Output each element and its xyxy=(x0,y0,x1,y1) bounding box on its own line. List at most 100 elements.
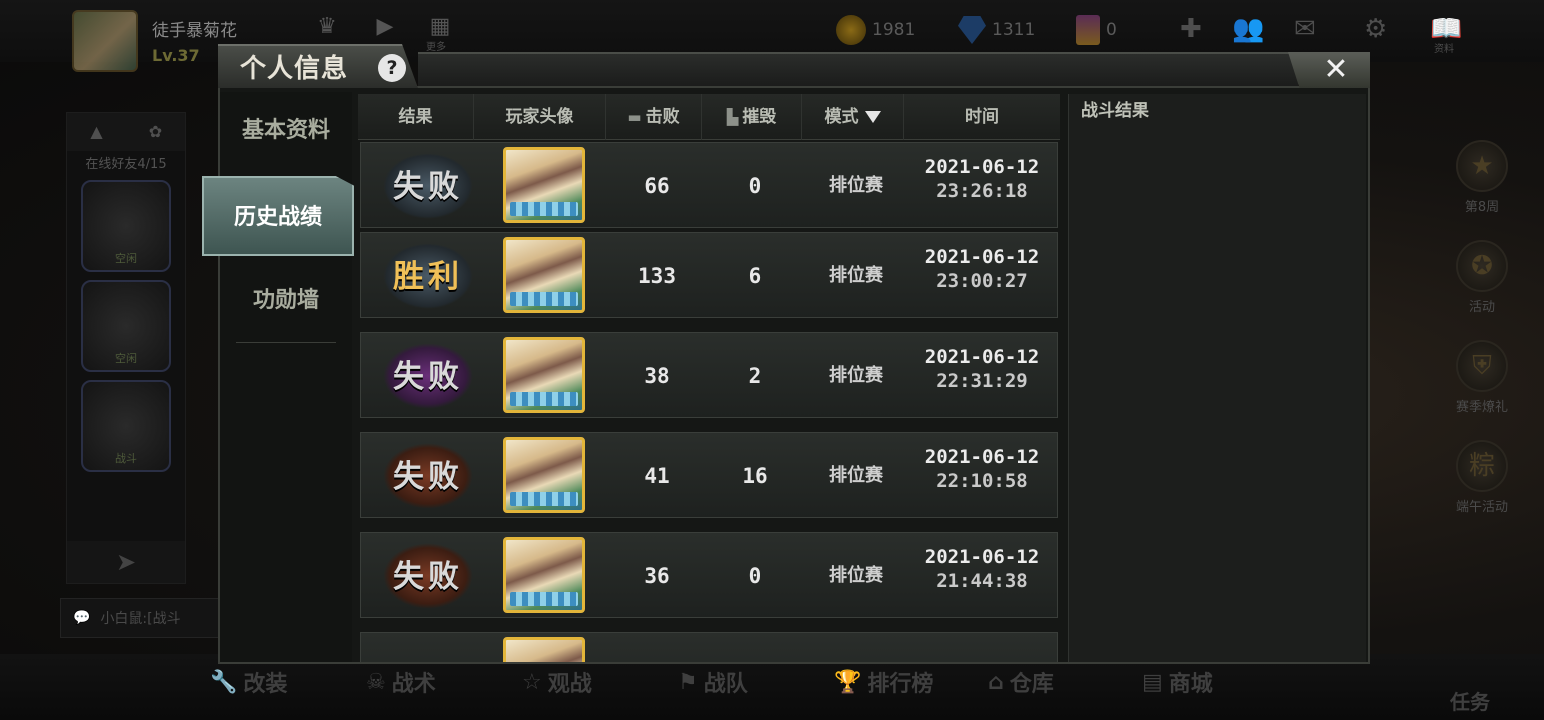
destroy-value: 16 xyxy=(742,464,768,488)
date-value: 2021-06-12 xyxy=(924,246,1040,268)
event-weekly[interactable]: ★ 第8周 xyxy=(1430,140,1534,240)
kills-value: 36 xyxy=(644,564,670,588)
friends-tab-icon[interactable]: ✿ xyxy=(126,113,185,151)
expand-arrow-icon[interactable]: ➤ xyxy=(67,541,185,583)
tab-battle-history[interactable]: 历史战绩 xyxy=(202,176,354,256)
player-portrait[interactable] xyxy=(503,637,585,662)
table-row-partial[interactable] xyxy=(360,632,1058,662)
star-icon: ★ xyxy=(1456,140,1508,192)
modal-sidebar: 基本资料 历史战绩 功勋墙 xyxy=(202,92,354,662)
player-portrait[interactable] xyxy=(503,147,585,223)
nav-ranking[interactable]: 🏆 排行榜 xyxy=(834,666,933,698)
player-name: 徒手暴菊花 xyxy=(152,21,237,41)
gold-currency: 1981 xyxy=(836,14,915,46)
friends-icon[interactable]: 👥 xyxy=(1232,14,1264,44)
team-icon: ⚑ xyxy=(678,669,698,695)
add-icon[interactable]: ✚ xyxy=(1180,14,1202,44)
gear-icon[interactable]: ⚙ xyxy=(1364,14,1387,44)
modal-title: 个人信息 xyxy=(240,54,349,84)
star-outline-icon: ☆ xyxy=(522,669,542,695)
help-button[interactable]: ? xyxy=(378,54,406,82)
more-label: 更多 xyxy=(426,42,446,53)
chat-preview: 小白鼠:[战斗 xyxy=(100,611,181,627)
friend-card[interactable]: 空闲 xyxy=(81,280,171,372)
mode-value: 排位赛 xyxy=(829,365,883,386)
trophy-icon: 🏆 xyxy=(834,669,862,695)
tab-basic-info[interactable]: 基本资料 xyxy=(220,96,352,166)
player-portrait[interactable] xyxy=(503,437,585,513)
nav-tactics[interactable]: ☠ 战术 xyxy=(366,666,436,698)
nav-spectate[interactable]: ☆ 观战 xyxy=(522,666,592,698)
task-button[interactable]: 任务 xyxy=(1450,686,1490,715)
datetime: 2021-06-12 22:31:29 xyxy=(909,345,1055,393)
data-label: 资料 xyxy=(1434,44,1454,55)
date-value: 2021-06-12 xyxy=(924,156,1040,178)
time-value: 22:31:29 xyxy=(936,370,1028,392)
nav-modify[interactable]: 🔧 改装 xyxy=(210,666,287,698)
datetime: 2021-06-12 23:26:18 xyxy=(909,155,1055,203)
diamond-amount: 1311 xyxy=(992,20,1036,40)
col-result: 结果 xyxy=(358,94,474,140)
friend-card[interactable]: 战斗 xyxy=(81,380,171,472)
nav-shop[interactable]: ▤ 商城 xyxy=(1142,666,1213,698)
result-badge: 胜利 xyxy=(373,239,483,313)
tab-merit-wall[interactable]: 功勋墙 xyxy=(220,266,352,336)
chat-bar[interactable]: 💬 小白鼠:[战斗 xyxy=(60,598,240,638)
play-icon[interactable]: ▶ xyxy=(370,12,400,42)
player-portrait[interactable] xyxy=(503,337,585,413)
rank-tab-icon[interactable]: ▲ xyxy=(67,113,126,151)
online-friends-count: 在线好友4/15 xyxy=(85,157,167,172)
destroy-value: 0 xyxy=(748,174,762,198)
mode-value: 排位赛 xyxy=(829,175,883,196)
col-destroy: ▙ 摧毁 xyxy=(702,94,802,140)
table-row[interactable]: 失败 36 0 排位赛 2021-06-12 21:44:38 xyxy=(360,532,1058,618)
time-value: 21:44:38 xyxy=(936,570,1028,592)
event-activity[interactable]: ✪ 活动 xyxy=(1430,240,1534,340)
time-value: 23:26:18 xyxy=(936,180,1028,202)
kills-value: 38 xyxy=(644,364,670,388)
table-row[interactable]: 失败 41 16 排位赛 2021-06-12 22:10:58 xyxy=(360,432,1058,518)
player-portrait[interactable] xyxy=(503,237,585,313)
building-icon: ▙ xyxy=(726,108,739,126)
close-button[interactable]: ✕ xyxy=(1288,52,1370,88)
time-value: 22:10:58 xyxy=(936,470,1028,492)
col-kills: ▬ 击败 xyxy=(606,94,702,140)
skull-icon: ☠ xyxy=(366,669,386,695)
festival-icon: 粽 xyxy=(1456,440,1508,492)
mode-value: 排位赛 xyxy=(829,565,883,586)
destroy-value: 0 xyxy=(748,564,762,588)
star-badge-icon: ✪ xyxy=(1456,240,1508,292)
crown-icon[interactable]: ♛ xyxy=(312,12,342,42)
mode-value: 排位赛 xyxy=(829,465,883,486)
card-amount: 0 xyxy=(1106,20,1117,40)
card-currency: 0 xyxy=(1076,14,1117,46)
gold-amount: 1981 xyxy=(872,20,916,40)
date-value: 2021-06-12 xyxy=(924,446,1040,468)
table-row[interactable]: 胜利 133 6 排位赛 2021-06-12 23:00:27 xyxy=(360,232,1058,318)
nav-warehouse[interactable]: ⌂ 仓库 xyxy=(988,666,1054,698)
player-avatar[interactable] xyxy=(72,10,138,72)
col-mode[interactable]: 模式 xyxy=(802,94,904,140)
event-festival[interactable]: 粽端午活动 xyxy=(1430,440,1534,540)
table-row[interactable]: 失败 38 2 排位赛 2021-06-12 22:31:29 xyxy=(360,332,1058,418)
side-events: ★ 第8周 ✪ 活动 ⛨ 赛季燎礼 粽端午活动 xyxy=(1430,140,1534,540)
table-row[interactable]: 失败 66 0 排位赛 2021-06-12 23:26:18 xyxy=(360,142,1058,228)
battle-result-title: 战斗结果 xyxy=(1081,101,1149,121)
chat-icon: 💬 xyxy=(73,610,91,626)
modal-title-strip xyxy=(418,52,1298,86)
datetime: 2021-06-12 23:00:27 xyxy=(909,245,1055,293)
diamond-icon xyxy=(958,16,986,44)
nav-team[interactable]: ⚑ 战队 xyxy=(678,666,748,698)
mail-icon[interactable]: ✉ xyxy=(1294,14,1316,44)
friend-card[interactable]: 空闲 xyxy=(81,180,171,272)
destroy-value: 2 xyxy=(748,364,762,388)
player-level: Lv.37 xyxy=(152,46,200,65)
battle-history-table[interactable]: 结果 玩家头像 ▬ 击败 ▙ 摧毁 模式 时间 失败 66 0 排位赛 2021-0… xyxy=(358,94,1060,662)
event-season[interactable]: ⛨ 赛季燎礼 xyxy=(1430,340,1534,440)
shield-icon: ⛨ xyxy=(1456,340,1508,392)
sort-down-icon[interactable] xyxy=(864,111,881,123)
col-avatar: 玩家头像 xyxy=(474,94,606,140)
shop-icon: ▤ xyxy=(1142,669,1163,695)
col-time: 时间 xyxy=(965,107,999,127)
player-portrait[interactable] xyxy=(503,537,585,613)
